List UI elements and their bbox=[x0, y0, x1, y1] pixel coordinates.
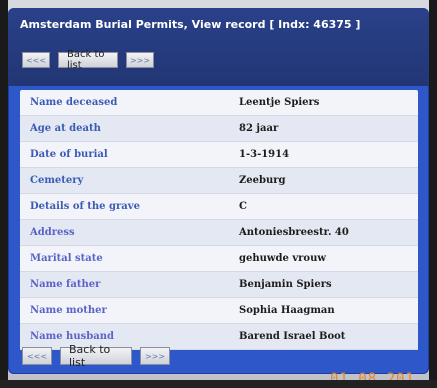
previous-record-button[interactable]: <<< bbox=[22, 52, 50, 68]
screen-bezel-bottom bbox=[0, 380, 437, 388]
next-record-button-bottom[interactable]: >>> bbox=[140, 347, 170, 365]
field-value-name-husband: Barend Israel Boot bbox=[225, 323, 418, 350]
record-panel: Amsterdam Burial Permits, View record [ … bbox=[8, 8, 429, 374]
top-navigation: <<< Back to list >>> bbox=[22, 49, 154, 71]
bottom-navigation: <<< Back to list >>> bbox=[22, 343, 170, 369]
field-label-address: Address bbox=[20, 219, 225, 246]
next-record-button[interactable]: >>> bbox=[126, 52, 154, 68]
back-to-list-button-bottom[interactable]: Back to list bbox=[60, 343, 132, 369]
field-value-marital-state: gehuwde vrouw bbox=[225, 245, 418, 272]
field-label-age-at-death: Age at death bbox=[20, 115, 225, 142]
page-title: Amsterdam Burial Permits, View record [ … bbox=[20, 18, 361, 31]
table-row-name-deceased: Name deceased Leentje Spiers bbox=[20, 90, 418, 116]
field-value-age-at-death: 82 jaar bbox=[225, 115, 418, 142]
field-label-marital-state: Marital state bbox=[20, 245, 225, 272]
screen-bezel-right bbox=[429, 0, 437, 388]
record-details-table: Name deceased Leentje Spiers Age at deat… bbox=[20, 90, 418, 350]
table-row-date-of-burial: Date of burial 1-3-1914 bbox=[20, 141, 418, 168]
field-value-name-father: Benjamin Spiers bbox=[225, 271, 418, 298]
field-value-name-mother: Sophia Haagman bbox=[225, 297, 418, 324]
table-row-marital-state: Marital state gehuwde vrouw bbox=[20, 245, 418, 272]
field-label-name-father: Name father bbox=[20, 271, 225, 298]
field-label-name-deceased: Name deceased bbox=[20, 90, 225, 116]
field-label-name-mother: Name mother bbox=[20, 297, 225, 324]
field-value-name-deceased: Leentje Spiers bbox=[225, 90, 418, 116]
field-label-date-of-burial: Date of burial bbox=[20, 141, 225, 168]
previous-record-button-bottom[interactable]: <<< bbox=[22, 347, 52, 365]
field-label-grave-details: Details of the grave bbox=[20, 193, 225, 220]
field-value-date-of-burial: 1-3-1914 bbox=[225, 141, 418, 168]
table-row-age-at-death: Age at death 82 jaar bbox=[20, 115, 418, 142]
table-row-name-mother: Name mother Sophia Haagman bbox=[20, 297, 418, 324]
back-to-list-button[interactable]: Back to list bbox=[58, 49, 118, 71]
table-row-grave-details: Details of the grave C bbox=[20, 193, 418, 220]
table-row-cemetery: Cemetery Zeeburg bbox=[20, 167, 418, 194]
photo-scene: Amsterdam Burial Permits, View record [ … bbox=[0, 0, 437, 388]
record-header: Amsterdam Burial Permits, View record [ … bbox=[8, 8, 429, 86]
screen-bezel-left bbox=[0, 0, 8, 388]
field-value-cemetery: Zeeburg bbox=[225, 167, 418, 194]
table-row-name-father: Name father Benjamin Spiers bbox=[20, 271, 418, 298]
field-label-cemetery: Cemetery bbox=[20, 167, 225, 194]
field-value-grave-details: C bbox=[225, 193, 418, 220]
field-value-address: Antoniesbreestr. 40 bbox=[225, 219, 418, 246]
table-row-address: Address Antoniesbreestr. 40 bbox=[20, 219, 418, 246]
